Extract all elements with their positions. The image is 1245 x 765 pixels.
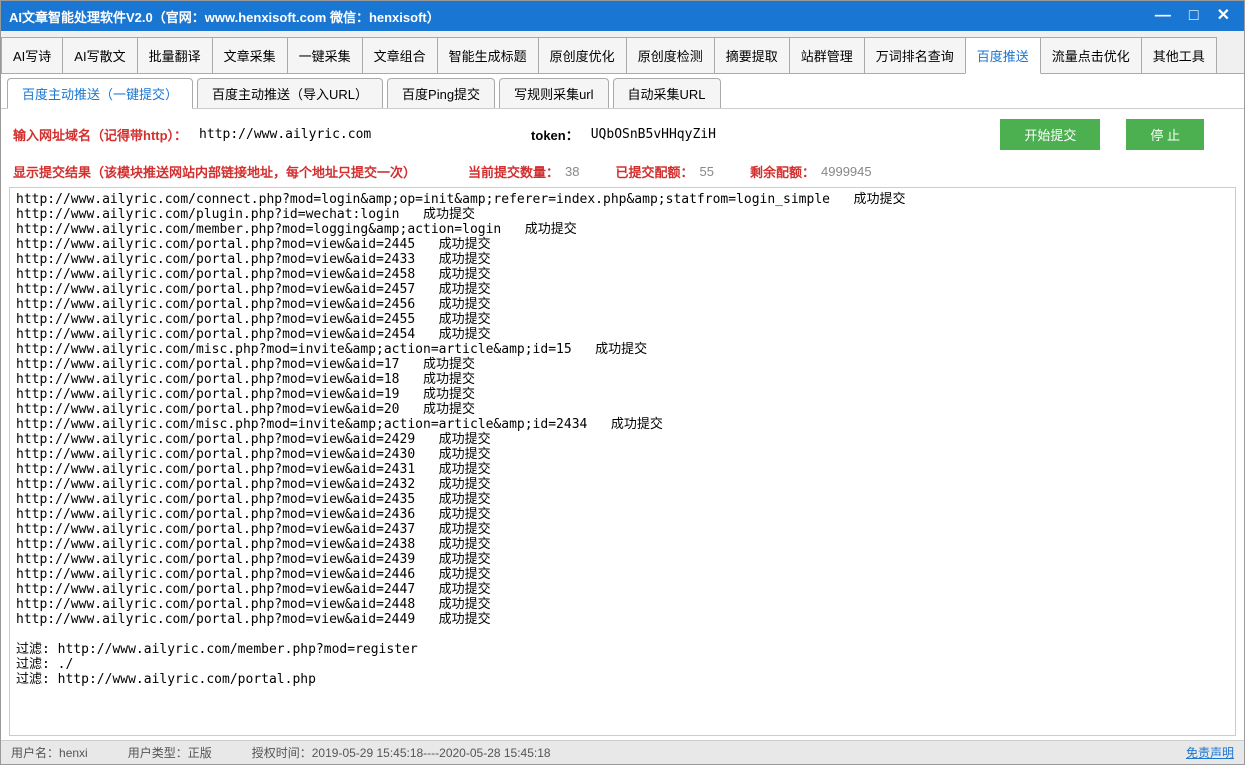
disclaimer-link[interactable]: 免责声明 xyxy=(1186,744,1234,761)
main-tab-14[interactable]: 其他工具 xyxy=(1141,37,1217,73)
sub-tab-0[interactable]: 百度主动推送（一键提交） xyxy=(7,78,193,109)
status-user: 用户名：henxi xyxy=(11,744,88,761)
token-label: token： xyxy=(531,125,579,144)
maximize-icon[interactable]: □ xyxy=(1189,8,1199,24)
main-tab-4[interactable]: 一键采集 xyxy=(287,37,363,73)
result-label: 显示提交结果（该模块推送网站内部链接地址，每个地址只提交一次） xyxy=(13,162,416,181)
sub-tab-2[interactable]: 百度Ping提交 xyxy=(387,78,495,108)
current-count-label: 当前提交数量： xyxy=(468,162,559,181)
log-panel: http://www.ailyric.com/connect.php?mod=l… xyxy=(9,187,1236,736)
token-input[interactable] xyxy=(587,125,787,144)
main-tab-12[interactable]: 百度推送 xyxy=(965,37,1041,74)
status-type: 用户类型：正版 xyxy=(128,744,212,761)
stop-button[interactable]: 停 止 xyxy=(1126,119,1204,150)
close-icon[interactable]: ✕ xyxy=(1217,8,1230,24)
main-tab-9[interactable]: 摘要提取 xyxy=(714,37,790,73)
main-tab-11[interactable]: 万词排名查询 xyxy=(864,37,966,73)
domain-input[interactable] xyxy=(195,125,435,144)
submitted-quota-label: 已提交配额： xyxy=(616,162,694,181)
main-tab-0[interactable]: AI写诗 xyxy=(1,37,63,73)
main-tab-5[interactable]: 文章组合 xyxy=(362,37,438,73)
main-tab-bar: AI写诗AI写散文批量翻译文章采集一键采集文章组合智能生成标题原创度优化原创度检… xyxy=(1,31,1244,74)
submitted-quota-value: 55 xyxy=(700,164,714,179)
app-window: AI文章智能处理软件V2.0（官网：www.henxisoft.com 微信：h… xyxy=(0,0,1245,765)
main-tab-2[interactable]: 批量翻译 xyxy=(137,37,213,73)
status-bar: 用户名：henxi 用户类型：正版 授权时间：2019-05-29 15:45:… xyxy=(1,740,1244,764)
domain-label: 输入网址域名（记得带http）： xyxy=(13,125,187,144)
main-tab-13[interactable]: 流量点击优化 xyxy=(1040,37,1142,73)
current-count-value: 38 xyxy=(565,164,579,179)
remain-quota-value: 4999945 xyxy=(821,164,872,179)
main-tab-10[interactable]: 站群管理 xyxy=(789,37,865,73)
log-textarea[interactable]: http://www.ailyric.com/connect.php?mod=l… xyxy=(10,188,1235,735)
start-submit-button[interactable]: 开始提交 xyxy=(1000,119,1100,150)
stats-row: 显示提交结果（该模块推送网站内部链接地址，每个地址只提交一次） 当前提交数量： … xyxy=(1,160,1244,187)
app-title: AI文章智能处理软件V2.0（官网：www.henxisoft.com 微信：h… xyxy=(9,7,1155,26)
main-tab-6[interactable]: 智能生成标题 xyxy=(437,37,539,73)
sub-tab-3[interactable]: 写规则采集url xyxy=(499,78,608,108)
titlebar: AI文章智能处理软件V2.0（官网：www.henxisoft.com 微信：h… xyxy=(1,1,1244,31)
sub-tab-1[interactable]: 百度主动推送（导入URL） xyxy=(197,78,383,108)
remain-quota-label: 剩余配额： xyxy=(750,162,815,181)
main-tab-8[interactable]: 原创度检测 xyxy=(626,37,715,73)
input-row: 输入网址域名（记得带http）： token： 开始提交 停 止 xyxy=(1,109,1244,160)
main-tab-7[interactable]: 原创度优化 xyxy=(538,37,627,73)
sub-tab-bar: 百度主动推送（一键提交）百度主动推送（导入URL）百度Ping提交写规则采集ur… xyxy=(1,74,1244,109)
sub-tab-4[interactable]: 自动采集URL xyxy=(613,78,721,108)
window-controls: — □ ✕ xyxy=(1155,8,1236,24)
minimize-icon[interactable]: — xyxy=(1155,8,1171,24)
status-auth: 授权时间：2019-05-29 15:45:18----2020-05-28 1… xyxy=(252,744,551,761)
main-tab-1[interactable]: AI写散文 xyxy=(62,37,137,73)
main-tab-3[interactable]: 文章采集 xyxy=(212,37,288,73)
